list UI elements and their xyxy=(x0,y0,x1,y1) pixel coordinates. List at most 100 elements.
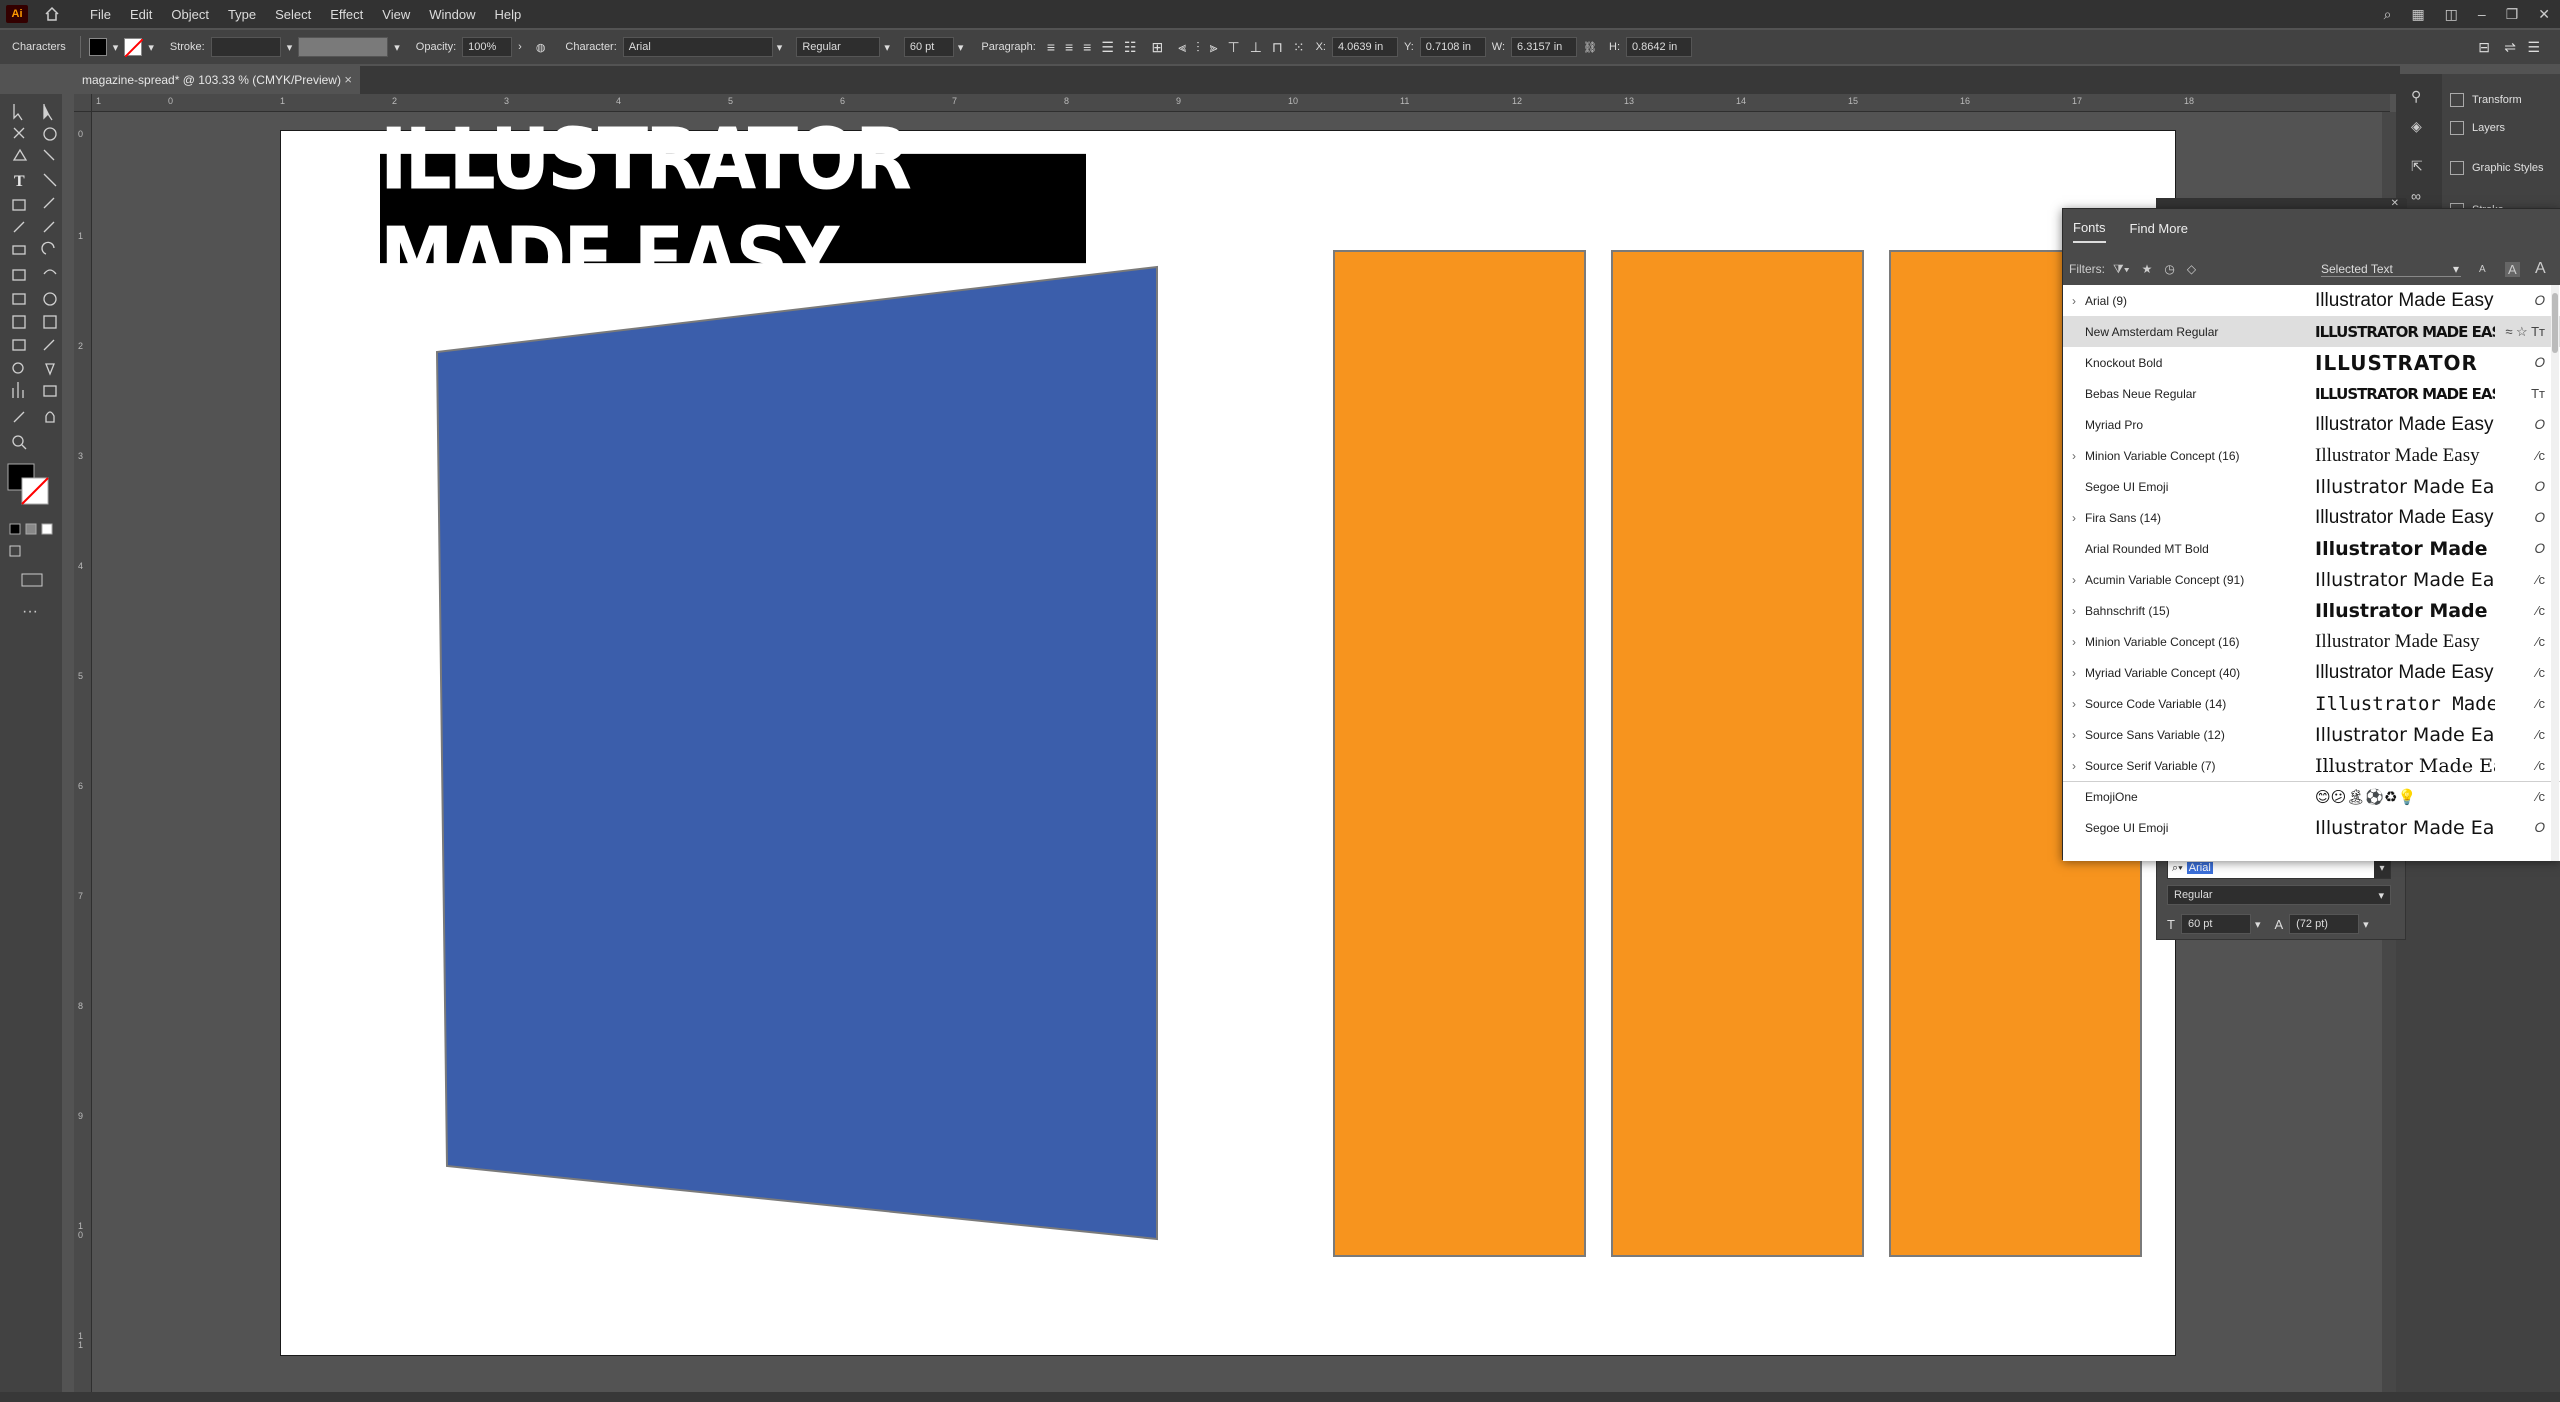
control-panel-menu-icon[interactable]: ⇌ xyxy=(2504,39,2516,56)
expand-chevron-icon[interactable]: › xyxy=(2063,511,2085,525)
links-icon[interactable]: ∞ xyxy=(2411,188,2421,204)
align-left-icon[interactable]: ≡ xyxy=(1047,39,1055,55)
opacity-field[interactable]: 100% xyxy=(462,37,513,57)
font-row[interactable]: › Arial (9) Illustrator Made Easy 𝑂 xyxy=(2063,285,2560,316)
transform-anchor-icon[interactable]: ⊞ xyxy=(1151,39,1163,56)
align-objects-bottom-icon[interactable]: ⊓ xyxy=(1272,39,1283,56)
graphic-styles-panel-tab[interactable]: Graphic Styles xyxy=(2444,155,2560,181)
expand-chevron-icon[interactable]: › xyxy=(2063,294,2085,308)
export-icon[interactable]: ⇱ xyxy=(2411,158,2423,175)
menu-effect[interactable]: Effect xyxy=(330,7,363,22)
fill-swatch[interactable] xyxy=(88,38,107,56)
minimize-button[interactable]: – xyxy=(2478,6,2486,22)
panel-font-size-dropdown-icon[interactable]: ▾ xyxy=(2255,918,2261,931)
menu-view[interactable]: View xyxy=(382,7,410,22)
close-document-button[interactable]: × xyxy=(344,72,352,87)
arrange-documents-icon[interactable]: ▦ xyxy=(2411,6,2424,23)
font-row[interactable]: New Amsterdam Regular ILLUSTRATOR MADE EA… xyxy=(2063,316,2560,347)
menu-help[interactable]: Help xyxy=(494,7,521,22)
font-row[interactable]: EmojiOne 😊😕🏝⚽♻💡 ∕c xyxy=(2063,781,2560,812)
layers-panel-tab[interactable]: Layers xyxy=(2444,115,2560,141)
expand-chevron-icon[interactable]: › xyxy=(2063,635,2085,649)
expand-chevron-icon[interactable]: › xyxy=(2063,697,2085,711)
close-window-button[interactable]: ✕ xyxy=(2538,6,2550,23)
search-icon[interactable]: ⌕ xyxy=(2384,6,2392,23)
orange-column-2[interactable] xyxy=(1611,250,1864,1257)
small-sample-icon[interactable]: A xyxy=(2479,264,2486,275)
fill-dropdown-icon[interactable]: ▾ xyxy=(113,41,119,54)
menu-file[interactable]: File xyxy=(90,7,111,22)
font-row[interactable]: › Fira Sans (14) Illustrator Made Easy 𝑂 xyxy=(2063,502,2560,533)
font-list-scroll-thumb[interactable] xyxy=(2552,293,2558,353)
workspace-switcher-icon[interactable]: ◫ xyxy=(2445,6,2458,23)
font-row[interactable]: › Myriad Variable Concept (40) Illustrator… xyxy=(2063,657,2560,688)
expand-chevron-icon[interactable]: › xyxy=(2063,728,2085,742)
medium-sample-icon[interactable]: A xyxy=(2505,261,2520,277)
transform-panel-tab[interactable]: Transform xyxy=(2444,87,2560,113)
font-row[interactable]: › Source Code Variable (14) Illustrator Ma… xyxy=(2063,688,2560,719)
document-tab[interactable]: magazine-spread* @ 103.33 % (CMYK/Previe… xyxy=(70,66,360,94)
reference-point-icon[interactable]: ⁙ xyxy=(1293,39,1305,56)
font-style-field[interactable]: Regular xyxy=(796,37,881,57)
tab-fonts[interactable]: Fonts xyxy=(2073,220,2106,243)
tab-find-more[interactable]: Find More xyxy=(2130,221,2189,242)
font-row[interactable]: Arial Rounded MT Bold Illustrator Made Ea… xyxy=(2063,533,2560,564)
align-objects-hcenter-icon[interactable]: ⫶ xyxy=(1196,39,1200,56)
font-row[interactable]: › Source Serif Variable (7) Illustrator Ma… xyxy=(2063,750,2560,781)
align-objects-left-icon[interactable]: ⫷ xyxy=(1178,39,1186,56)
x-field[interactable]: 4.0639 in xyxy=(1331,37,1398,57)
font-row[interactable]: Knockout Bold ILLUSTRATOR 𝑂 xyxy=(2063,347,2560,378)
expand-chevron-icon[interactable]: › xyxy=(2063,449,2085,463)
isolate-icon[interactable]: ⊟ xyxy=(2478,39,2490,56)
menu-type[interactable]: Type xyxy=(228,7,256,22)
font-row[interactable]: Segoe UI Emoji Illustrator Made Easy 𝑂 xyxy=(2063,812,2560,843)
font-row[interactable]: › Acumin Variable Concept (91) Illustrator… xyxy=(2063,564,2560,595)
leading-dropdown-icon[interactable]: ▾ xyxy=(2363,918,2369,931)
large-sample-icon[interactable]: A xyxy=(2535,260,2546,278)
recent-filter-icon[interactable]: ◷ xyxy=(2164,262,2174,276)
ruler-origin[interactable] xyxy=(74,94,92,112)
home-icon[interactable] xyxy=(40,2,64,26)
constrain-proportions-icon[interactable]: ⛓ xyxy=(1583,41,1597,54)
expand-chevron-icon[interactable]: › xyxy=(2063,666,2085,680)
panel-font-size-field[interactable]: 60 pt xyxy=(2180,914,2251,934)
font-family-field[interactable]: Arial xyxy=(622,37,773,57)
preview-text-select[interactable]: Selected Text ▾ xyxy=(2321,262,2461,277)
headline-text-frame[interactable]: ILLUSTRATOR MADE EASY xyxy=(380,110,1086,307)
font-size-field[interactable]: 60 pt xyxy=(903,37,954,57)
leading-field[interactable]: (72 pt) xyxy=(2289,914,2360,934)
align-objects-vcenter-icon[interactable]: ⊥ xyxy=(1250,39,1262,56)
expand-chevron-icon[interactable]: › xyxy=(2063,573,2085,587)
align-objects-top-icon[interactable]: ⊤ xyxy=(1228,39,1240,56)
expand-chevron-icon[interactable]: › xyxy=(2063,759,2085,773)
variable-width-profile[interactable] xyxy=(298,37,389,57)
activated-filter-icon[interactable]: ◇ xyxy=(2187,262,2196,276)
font-row[interactable]: Myriad Pro Illustrator Made Easy 𝑂 xyxy=(2063,409,2560,440)
font-size-dropdown-icon[interactable]: ▾ xyxy=(958,41,964,54)
align-center-icon[interactable]: ≡ xyxy=(1065,39,1073,55)
menu-object[interactable]: Object xyxy=(171,7,209,22)
font-row[interactable]: › Source Sans Variable (12) Illustrator Ma… xyxy=(2063,719,2560,750)
control-panel-menu-icon-2[interactable]: ☰ xyxy=(2527,39,2540,56)
blue-perspective-shape[interactable] xyxy=(435,265,1158,1241)
menu-select[interactable]: Select xyxy=(275,7,311,22)
vertical-ruler[interactable]: 0 1 2 3 4 5 6 7 8 9 1 0 1 1 xyxy=(74,112,92,1398)
font-family-dropdown-icon[interactable]: ▾ xyxy=(777,41,783,54)
align-right-icon[interactable]: ≡ xyxy=(1083,39,1091,55)
font-style-dropdown-icon[interactable]: ▾ xyxy=(884,41,890,54)
favorites-filter-icon[interactable]: ★ xyxy=(2142,262,2153,276)
font-row[interactable]: Bebas Neue Regular ILLUSTRATOR MADE EASY T… xyxy=(2063,378,2560,409)
font-dropdown-icon[interactable]: ▾ xyxy=(2374,858,2390,878)
font-row[interactable]: ›Bahnschrift (15) Illustrator Made Easy ∕c xyxy=(2063,595,2560,626)
h-field[interactable]: 0.8642 in xyxy=(1626,37,1692,57)
font-row[interactable]: › Minion Variable Concept (16) Illustrator… xyxy=(2063,440,2560,471)
stroke-swatch[interactable] xyxy=(124,38,144,57)
align-objects-right-icon[interactable]: ⫸ xyxy=(1210,39,1218,56)
filter-classification-icon[interactable]: ⧩▾ xyxy=(2113,262,2130,277)
properties-icon[interactable]: ⚲ xyxy=(2411,88,2421,105)
font-row[interactable]: › Minion Variable Concept (16) Illustrator… xyxy=(2063,626,2560,657)
libraries-icon[interactable]: ◈ xyxy=(2411,118,2422,135)
font-list-scrollbar[interactable] xyxy=(2551,285,2559,861)
menu-edit[interactable]: Edit xyxy=(130,7,152,22)
menu-window[interactable]: Window xyxy=(429,7,475,22)
